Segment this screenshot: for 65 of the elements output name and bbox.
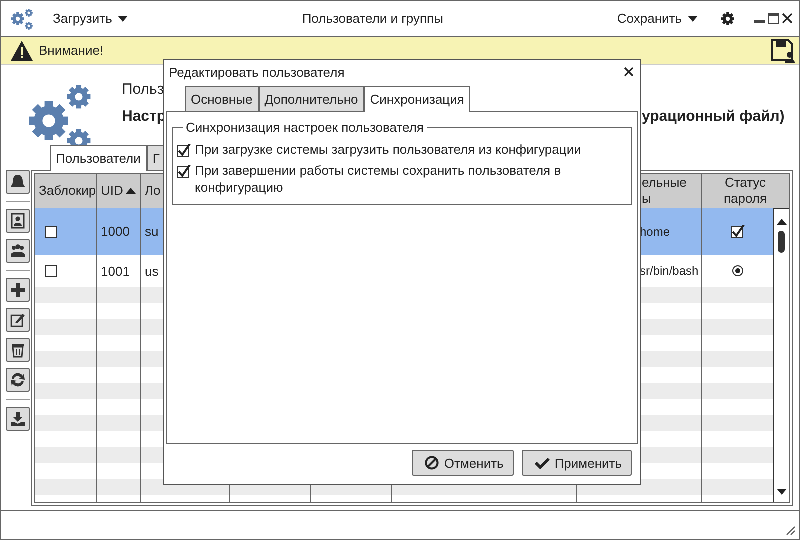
toolbar-button[interactable] [6,368,30,392]
cancel-icon [425,456,440,470]
gears-icon [10,6,35,30]
checkbox[interactable] [45,264,59,278]
checkbox[interactable] [177,165,191,179]
load-menu[interactable]: Загрузить [53,11,128,26]
toolbar-button[interactable] [6,209,30,233]
check-icon [534,457,550,469]
scrollbar[interactable] [773,208,789,502]
checkbox-label[interactable]: При загрузке системы загрузить пользователя из конфигурации [195,141,582,158]
table-cell: us [145,264,159,278]
toolbar-button[interactable] [6,338,30,362]
dialog-title: Редактировать пользователя [169,64,346,80]
radio-button[interactable] [732,265,744,277]
checkbox[interactable] [177,144,191,158]
page-title: Польз [122,81,164,98]
warning-icon [11,40,33,60]
warning-text: Внимание! [39,43,104,58]
edit-icon [10,312,26,328]
column-header[interactable]: Статус пароля [706,175,785,207]
column-header[interactable]: Заблокир [39,183,96,199]
close-icon[interactable] [782,12,793,24]
toolbar-button[interactable] [6,407,30,431]
tab[interactable]: Пользователи [50,145,147,171]
table-cell: su [145,224,159,239]
apply-button[interactable]: Применить [522,450,632,476]
save-menu[interactable]: Сохранить [617,11,698,26]
column-header[interactable]: UID [101,183,124,199]
caret-icon [688,16,698,22]
download-icon [10,411,26,427]
trash-icon [10,342,26,358]
contact-card-icon [10,213,26,229]
resize-grip-icon[interactable] [785,525,795,535]
checkbox[interactable] [730,224,744,238]
toolbar-button[interactable] [6,308,30,332]
close-button[interactable] [624,67,634,77]
table-cell: 1000 [101,224,130,239]
checkbox-label[interactable]: При завершении работы системы сохранить пользователя в конфигурацию [195,162,625,196]
close-icon [624,67,634,77]
table-cell: 1001 [101,264,130,278]
table-cell: sr/bin/bash [640,264,699,278]
caret-icon [776,489,786,495]
plus-icon [10,282,26,298]
refresh-icon [10,372,26,388]
caret-icon [118,16,128,22]
toolbar-button[interactable] [6,278,30,302]
people-icon [10,243,26,259]
table-cell: home [640,224,670,238]
caret-icon [776,219,786,225]
tab[interactable]: Дополнительно [258,86,364,111]
maximize-icon[interactable] [768,12,779,24]
toolbar-button[interactable] [6,170,30,194]
checkbox[interactable] [45,224,59,238]
save-user-icon[interactable] [771,38,795,62]
page-subtitle: урационный файл) [642,108,785,125]
group-title: Синхронизация настроек пользователя [185,120,425,135]
tab[interactable]: Основные [185,86,259,111]
scrollbar-thumb[interactable] [778,231,785,253]
cancel-button[interactable]: Отменить [412,450,514,476]
window-title: Пользователи и группы [301,11,444,26]
tab[interactable]: Синхронизация [364,86,470,112]
settings-icon[interactable] [720,10,736,26]
column-header[interactable]: ельные ы [642,175,687,207]
toolbar-button[interactable] [6,239,30,263]
column-header[interactable]: Ло [145,183,161,199]
